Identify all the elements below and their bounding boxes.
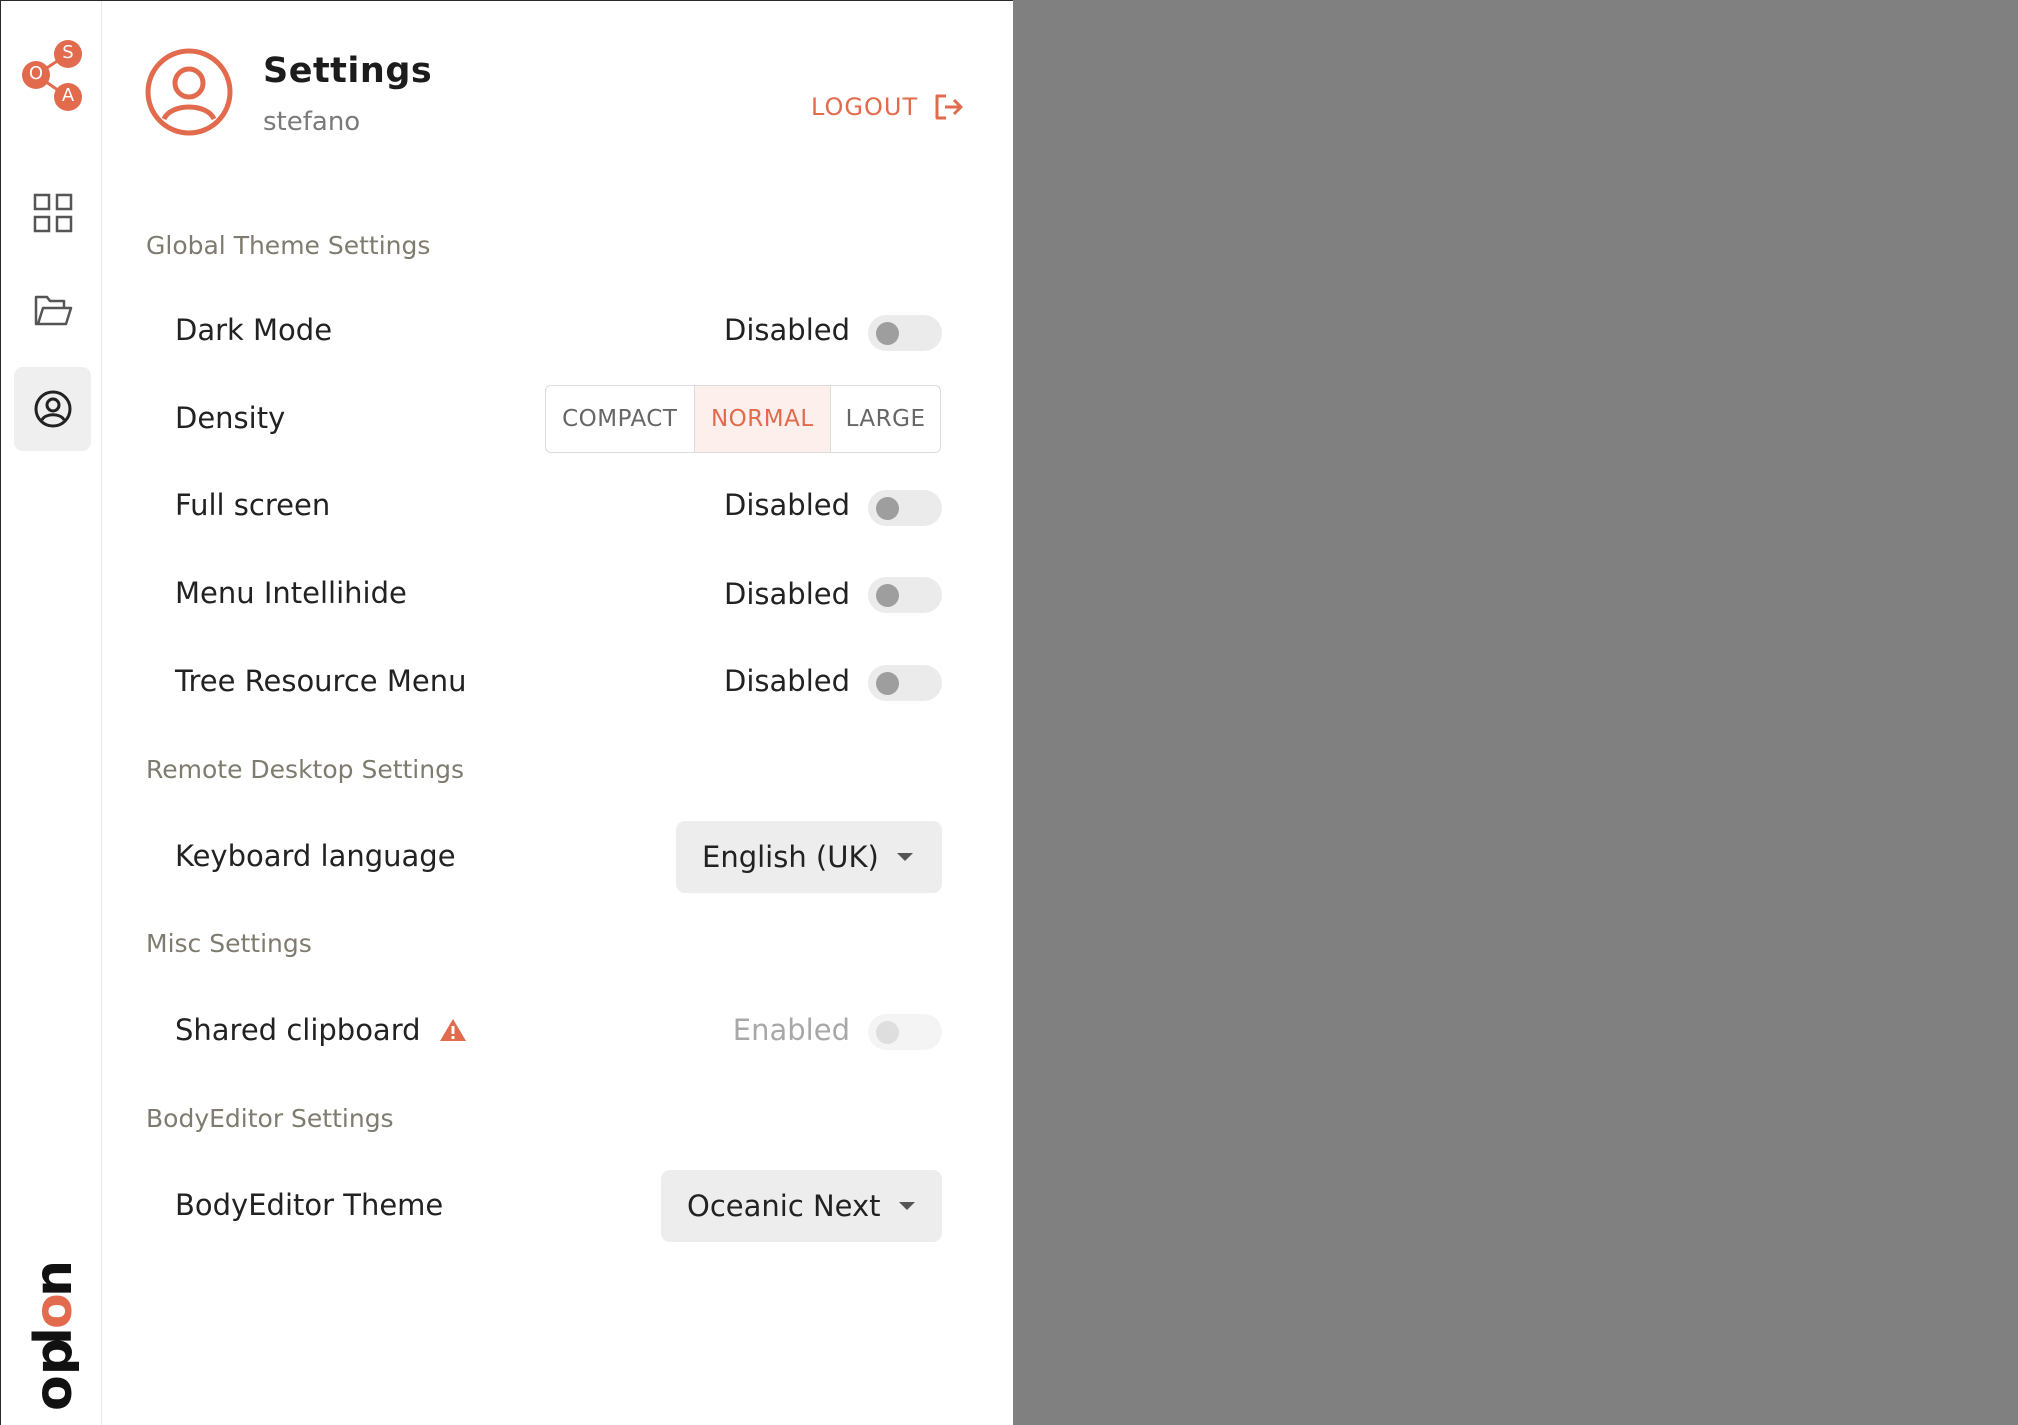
section-title-global-theme: Global Theme Settings — [146, 231, 431, 260]
density-selector: COMPACT NORMAL LARGE — [545, 385, 941, 453]
grid-icon — [33, 193, 72, 233]
menu-intellihide-label: Menu Intellihide — [175, 576, 407, 610]
density-option-normal[interactable]: NORMAL — [694, 386, 832, 452]
logo-letter-a: A — [61, 85, 75, 106]
body-editor-theme-value: Oceanic Next — [687, 1189, 881, 1223]
full-screen-label: Full screen — [175, 488, 331, 522]
dark-mode-label: Dark Mode — [175, 313, 333, 347]
full-screen-toggle[interactable] — [868, 490, 942, 526]
shared-clipboard-row: Shared clipboard — [175, 1013, 467, 1047]
tree-resource-menu-status: Disabled — [724, 664, 850, 698]
section-title-body-editor: BodyEditor Settings — [146, 1104, 394, 1133]
warning-icon — [439, 1019, 466, 1041]
full-screen-status: Disabled — [724, 488, 850, 522]
rail-item-dashboard[interactable] — [14, 171, 91, 255]
rail-item-settings[interactable] — [14, 367, 91, 451]
logo-letter-o: O — [28, 63, 44, 84]
body-editor-theme-select[interactable]: Oceanic Next — [661, 1170, 942, 1242]
shared-clipboard-toggle — [868, 1014, 942, 1050]
keyboard-language-select[interactable]: English (UK) — [676, 821, 942, 893]
section-title-misc: Misc Settings — [146, 929, 312, 958]
folder-open-icon — [34, 295, 72, 326]
user-circle-icon — [34, 390, 71, 428]
density-option-compact[interactable]: COMPACT — [546, 386, 695, 452]
window-border-top — [0, 0, 1013, 1]
logo-letter-s: S — [62, 42, 74, 63]
app-logo[interactable]: S O A — [16, 39, 86, 115]
shared-clipboard-status: Enabled — [732, 1013, 850, 1047]
brand-wordmark: op l o n oplon — [24, 1211, 84, 1411]
tree-resource-menu-toggle[interactable] — [868, 665, 942, 701]
settings-panel: Settings stefano LOGOUT Global Theme Set… — [102, 1, 1013, 1425]
svg-text:op: op — [27, 1338, 79, 1411]
svg-text:o: o — [27, 1293, 79, 1329]
keyboard-language-label: Keyboard language — [175, 839, 456, 873]
logout-icon — [935, 94, 963, 120]
user-circle-icon — [145, 48, 233, 136]
rail-item-resources[interactable] — [14, 269, 91, 353]
density-label: Density — [175, 401, 286, 435]
chevron-down-icon — [896, 853, 913, 861]
dark-mode-status: Disabled — [724, 313, 850, 347]
shared-clipboard-label: Shared clipboard — [175, 1013, 421, 1047]
menu-intellihide-status: Disabled — [724, 577, 850, 611]
logout-button[interactable]: LOGOUT — [811, 89, 964, 125]
tree-resource-menu-label: Tree Resource Menu — [175, 664, 467, 698]
logout-label: LOGOUT — [811, 93, 919, 121]
density-option-large[interactable]: LARGE — [831, 386, 940, 452]
svg-text:n: n — [27, 1260, 79, 1297]
dark-mode-toggle[interactable] — [868, 315, 942, 351]
menu-intellihide-toggle[interactable] — [868, 577, 942, 613]
side-rail: S O A op — [1, 1, 102, 1425]
section-title-remote-desktop: Remote Desktop Settings — [146, 755, 464, 784]
keyboard-language-value: English (UK) — [702, 840, 879, 874]
body-editor-theme-label: BodyEditor Theme — [175, 1188, 444, 1222]
page-title: Settings — [263, 51, 433, 91]
chevron-down-icon — [898, 1202, 915, 1210]
app: S O A op Settings stefano LOGOUT Global … — [0, 0, 2018, 1425]
window-border — [0, 0, 1, 1425]
username: stefano — [263, 107, 361, 137]
